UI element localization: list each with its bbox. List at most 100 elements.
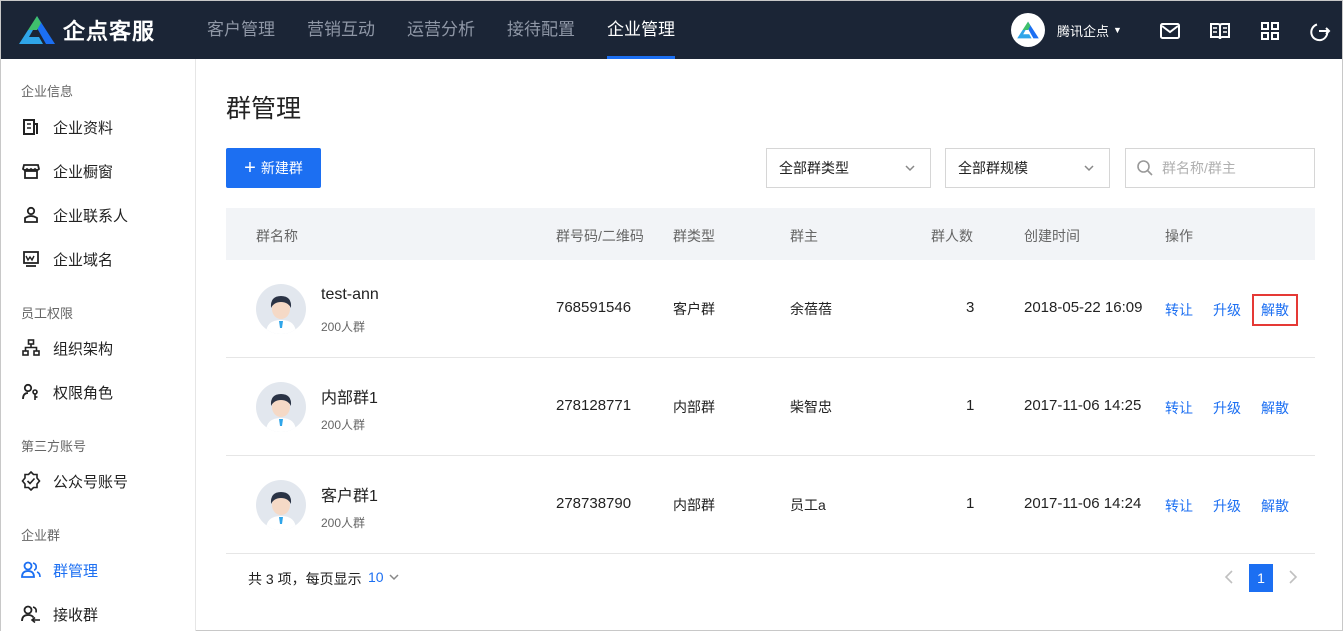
caret-down-icon: ▼ [1113,25,1122,35]
group-number: 278738790 [556,495,632,512]
nav-item-analytics[interactable]: 运营分析 [391,1,491,59]
domain-icon [21,249,41,269]
transfer-button[interactable]: 转让 [1165,496,1193,516]
nav-item-enterprise[interactable]: 企业管理 [591,1,691,59]
page-title: 群管理 [226,95,302,123]
chevron-down-icon [905,165,915,172]
total-count-label: 共 3 项，每页显示 [248,571,362,587]
app-logo[interactable]: 企点客服 [17,13,155,47]
group-name: test-ann [321,286,379,303]
table-row: test-ann 200人群 768591546 客户群 余蓓蓓 3 2018-… [226,260,1315,358]
sidebar-item-label: 企业橱窗 [53,163,114,181]
page-size-select[interactable]: 10 [368,569,400,585]
sidebar-item-permission-roles[interactable]: 权限角色 [21,380,113,404]
chevron-down-icon [1084,165,1094,172]
group-owner: 员工a [790,497,826,513]
column-header-created: 创建时间 [1024,228,1080,244]
upgrade-button[interactable]: 升级 [1213,300,1241,320]
group-avatar [256,284,306,334]
table-header: 群名称 群号码/二维码 群类型 群主 群人数 创建时间 操作 [226,208,1315,260]
verified-badge-icon [21,471,41,491]
group-size: 200人群 [321,516,366,530]
group-avatar [256,382,306,432]
nav-item-marketing[interactable]: 营销互动 [291,1,391,59]
dissolve-button[interactable]: 解散 [1261,398,1289,418]
group-type: 客户群 [673,301,715,317]
upgrade-button[interactable]: 升级 [1213,496,1241,516]
account-logo-icon [1017,21,1039,39]
group-members: 1 [966,397,975,414]
group-receive-icon [21,604,41,624]
person-avatar-icon [266,296,296,334]
logout-icon[interactable] [1309,20,1331,42]
group-size: 200人群 [321,418,366,432]
sidebar-group-enterprise-groups: 企业群 [21,528,61,543]
sidebar-item-enterprise-contacts[interactable]: 企业联系人 [21,203,128,227]
sidebar-group-third-party: 第三方账号 [21,439,87,454]
group-scale-value: 全部群规模 [958,160,1028,176]
column-header-number: 群号码/二维码 [556,228,644,244]
previous-page-icon[interactable] [1223,569,1235,585]
main-nav: 客户管理 营销互动 运营分析 接待配置 企业管理 [191,1,691,59]
sidebar-item-enterprise-profile[interactable]: 企业资料 [21,115,113,139]
group-members: 1 [966,495,975,512]
sidebar-item-label: 企业域名 [53,251,114,269]
top-navbar: 企点客服 客户管理 营销互动 运营分析 接待配置 企业管理 腾讯企点 ▼ [1,1,1342,59]
transfer-button[interactable]: 转让 [1165,398,1193,418]
sidebar-group-enterprise-info: 企业信息 [21,84,74,99]
logo-mark-icon [19,16,55,44]
person-avatar-icon [266,394,296,432]
mail-icon[interactable] [1159,20,1181,42]
new-group-button[interactable]: + 新建群 [226,148,321,188]
group-created: 2017-11-06 14:25 [1024,397,1142,414]
contact-icon [21,205,41,225]
group-avatar [256,480,306,530]
group-members: 3 [966,299,975,316]
group-type-select[interactable]: 全部群类型 [766,148,931,188]
account-menu[interactable]: 腾讯企点 ▼ [1011,13,1122,47]
dissolve-button[interactable]: 解散 [1252,294,1298,326]
sidebar-item-label: 企业资料 [53,119,114,137]
new-group-label: 新建群 [260,160,303,176]
sidebar-item-label: 权限角色 [53,384,114,402]
grid-icon[interactable] [1259,20,1281,42]
role-key-icon [21,382,41,402]
table-row: 客户群1 200人群 278738790 内部群 员工a 1 2017-11-0… [226,456,1315,554]
nav-item-reception[interactable]: 接待配置 [491,1,591,59]
nav-item-customer[interactable]: 客户管理 [191,1,291,59]
sidebar-item-enterprise-domain[interactable]: 企业域名 [21,247,113,271]
sidebar-item-label: 群管理 [53,562,99,580]
column-header-type: 群类型 [673,228,715,244]
column-header-members: 群人数 [931,228,973,244]
plus-icon: + [244,157,256,179]
sidebar-item-org-structure[interactable]: 组织架构 [21,336,113,360]
group-name: 内部群1 [321,390,378,407]
column-header-actions: 操作 [1165,228,1193,244]
transfer-button[interactable]: 转让 [1165,300,1193,320]
page-1-button[interactable]: 1 [1249,564,1273,592]
sidebar-group-staff-permissions: 员工权限 [21,306,74,321]
upgrade-button[interactable]: 升级 [1213,398,1241,418]
sidebar-item-enterprise-window[interactable]: 企业橱窗 [21,159,113,183]
sidebar-item-label: 组织架构 [53,340,114,358]
org-chart-icon [21,338,41,358]
search-icon [1137,160,1153,176]
app-name: 企点客服 [63,19,156,44]
sidebar-item-group-management[interactable]: 群管理 [21,558,98,582]
sidebar-item-receive-group[interactable]: 接收群 [21,602,98,626]
page-size-value: 10 [368,569,384,585]
next-page-icon[interactable] [1287,569,1299,585]
search-input[interactable] [1162,160,1302,176]
sidebar-item-official-account[interactable]: 公众号账号 [21,469,128,493]
group-created: 2017-11-06 14:24 [1024,495,1142,512]
account-avatar [1011,13,1045,47]
person-avatar-icon [266,492,296,530]
group-number: 768591546 [556,299,632,316]
dissolve-button[interactable]: 解散 [1261,496,1289,516]
group-owner: 柴智忠 [790,399,832,415]
book-icon[interactable] [1209,20,1231,42]
group-scale-select[interactable]: 全部群规模 [945,148,1110,188]
group-type-value: 全部群类型 [779,160,849,176]
group-owner: 余蓓蓓 [790,301,832,317]
document-icon [21,117,41,137]
